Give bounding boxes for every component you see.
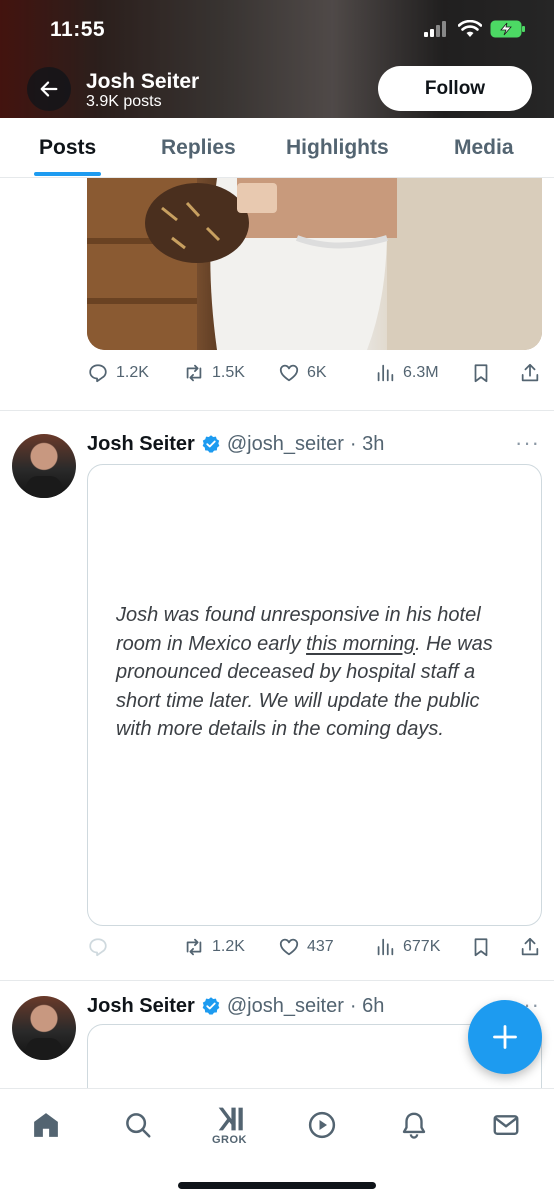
home-indicator[interactable] [178,1182,376,1189]
nav-search[interactable] [118,1105,158,1145]
views-icon [377,364,394,382]
post-image-card[interactable]: Josh was found unresponsive in his hotel… [87,464,542,926]
posts-count: 3.9K posts [86,93,162,110]
follow-button[interactable]: Follow [378,66,532,111]
post-actions: 1.2K 1.5K 6K 6.3M [87,362,542,392]
like-count: 437 [307,938,334,955]
post-image-text: Josh was found unresponsive in his hotel… [116,601,501,744]
tab-replies[interactable]: Replies [161,136,236,160]
like-button[interactable]: 6K [278,362,327,384]
timeline[interactable]: 1.2K 1.5K 6K 6.3M Josh Seiter @josh_seit… [0,178,554,1088]
author-name[interactable]: Josh Seiter [87,995,195,1018]
arrow-left-icon [40,81,58,97]
nav-messages[interactable] [486,1105,526,1145]
post-time: · 3h [349,432,385,455]
post-media-image[interactable] [87,178,542,350]
views-count: 677K [403,938,441,955]
views-count: 6.3M [403,364,439,381]
bookmark-button[interactable] [470,936,492,958]
share-icon [521,937,539,956]
avatar[interactable] [12,434,76,498]
reply-icon [89,364,107,383]
more-options-icon[interactable]: ··· [515,430,540,456]
repost-button[interactable]: 1.5K [183,362,245,384]
verified-badge-icon [202,435,220,453]
post-header: Josh Seiter @josh_seiter · 3h [87,430,384,458]
post-text-link: this morning [306,632,415,655]
system-icons [424,20,526,38]
nav-home[interactable] [26,1105,66,1145]
status-time: 11:55 [50,18,106,41]
photo-content [87,178,542,350]
wifi-icon [458,20,482,37]
profile-header: 11:55 Josh Seiter 3.9K posts Follow [0,0,554,118]
views-button[interactable]: 6.3M [374,362,439,384]
profile-tabs: Posts Replies Highlights Media [0,118,554,178]
heart-icon [279,938,299,956]
bookmark-icon [474,364,488,383]
grok-icon [218,1107,243,1131]
search-icon [126,1113,151,1138]
post-divider [0,410,554,411]
nav-grok[interactable] [210,1099,250,1139]
nav-notifications[interactable] [394,1105,434,1145]
author-handle[interactable]: @josh_seiter [227,433,344,456]
heart-icon [279,364,299,382]
post-actions: 1.2K 437 677K [87,936,542,966]
battery-charging-icon [490,20,525,38]
profile-bar: Josh Seiter 3.9K posts Follow [0,62,554,118]
repost-icon [186,364,202,382]
mail-icon [493,1115,519,1135]
share-button[interactable] [519,362,541,384]
reply-icon [89,938,107,957]
nav-grok-label: GROK [212,1134,247,1146]
tab-highlights[interactable]: Highlights [286,136,389,160]
signal-icon [424,21,446,37]
post-header: Josh Seiter @josh_seiter · 6h [87,992,384,1020]
like-button[interactable]: 437 [278,936,334,958]
status-bar: 11:55 [0,0,554,62]
reply-button[interactable] [87,936,116,958]
author-handle[interactable]: @josh_seiter [227,995,344,1018]
repost-count: 1.2K [212,938,245,955]
post-divider [0,980,554,981]
repost-button[interactable]: 1.2K [183,936,245,958]
repost-icon [186,938,202,956]
bookmark-icon [474,938,488,957]
views-icon [377,938,394,956]
share-button[interactable] [519,936,541,958]
author-name[interactable]: Josh Seiter [87,433,195,456]
tab-posts[interactable]: Posts [39,136,96,160]
share-icon [521,363,539,382]
active-tab-indicator [34,172,101,176]
repost-count: 1.5K [212,364,245,381]
tab-media[interactable]: Media [454,136,514,160]
plus-icon [493,1025,517,1049]
verified-badge-icon [202,997,220,1015]
bookmark-button[interactable] [470,362,492,384]
views-button[interactable]: 677K [374,936,440,958]
compose-button[interactable] [468,1000,542,1074]
avatar[interactable] [12,996,76,1060]
reply-button[interactable]: 1.2K [87,362,149,384]
profile-name: Josh Seiter [86,70,200,93]
like-count: 6K [307,364,327,381]
post-time: · 6h [349,994,385,1017]
home-icon [34,1113,58,1137]
back-button[interactable] [27,67,71,111]
reply-count: 1.2K [116,364,149,381]
play-circle-icon [308,1111,336,1139]
nav-video[interactable] [302,1105,342,1145]
bell-icon [402,1112,426,1139]
